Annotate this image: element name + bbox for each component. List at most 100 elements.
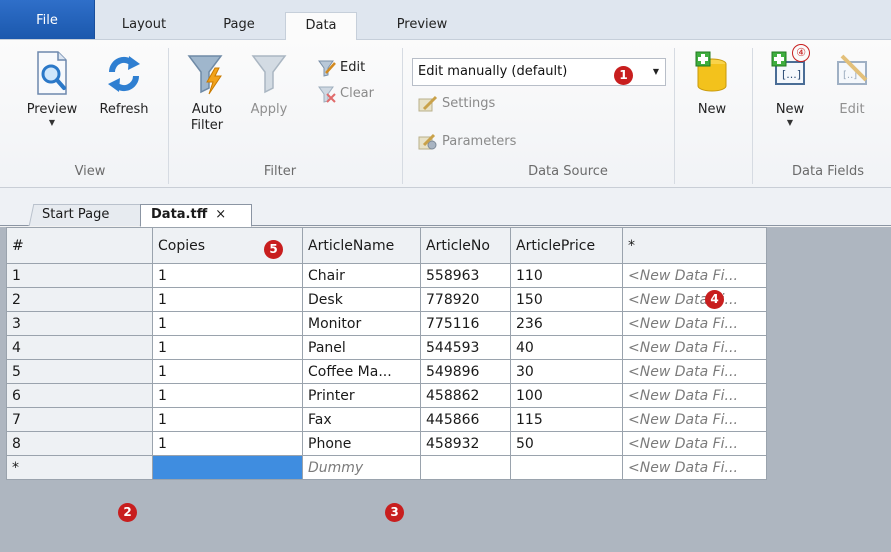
new-data-source-button[interactable]: New [684, 50, 740, 118]
cell-new-field[interactable]: <New Data Fi... [622, 383, 767, 408]
row-header[interactable]: 5 [6, 359, 153, 384]
edit-filter-button[interactable]: Edit [318, 58, 365, 78]
cell-articleno[interactable]: 549896 [420, 359, 511, 384]
cell-new-field[interactable]: <New Data Fi... [622, 287, 767, 312]
column-header-number[interactable]: # [6, 227, 153, 264]
new-row-copies-cell[interactable] [152, 455, 303, 480]
cell-articlename[interactable]: Panel [302, 335, 421, 360]
cell-articlename[interactable]: Desk [302, 287, 421, 312]
row-header[interactable]: 8 [6, 431, 153, 456]
tab-start-page[interactable]: Start Page [28, 204, 146, 226]
cell-copies[interactable]: 1 [152, 335, 303, 360]
tab-data-tff[interactable]: Data.tff × [140, 204, 252, 227]
cell-articleno[interactable]: 778920 [420, 287, 511, 312]
table-row[interactable]: 5 1 Coffee Ma... 549896 30 <New Data Fi.… [6, 359, 767, 384]
new-row-header[interactable]: * [6, 455, 153, 480]
tab-layout[interactable]: Layout [108, 12, 180, 40]
cell-articleno[interactable]: 458932 [420, 431, 511, 456]
cell-articlename[interactable]: Fax [302, 407, 421, 432]
cell-articleprice[interactable]: 100 [510, 383, 623, 408]
cell-copies[interactable]: 1 [152, 359, 303, 384]
new-row-new-field-cell[interactable]: <New Data Fi... [622, 455, 767, 480]
row-header[interactable]: 6 [6, 383, 153, 408]
settings-button[interactable]: Settings [418, 94, 495, 114]
cell-copies[interactable]: 1 [152, 287, 303, 312]
cell-articleno[interactable]: 775116 [420, 311, 511, 336]
table-row[interactable]: 4 1 Panel 544593 40 <New Data Fi... [6, 335, 767, 360]
new-row-articleno-cell[interactable] [420, 455, 511, 480]
chevron-down-icon: ▼ [48, 118, 56, 127]
refresh-label: Refresh [99, 102, 149, 117]
group-separator [402, 48, 403, 184]
cell-copies[interactable]: 1 [152, 431, 303, 456]
cell-articleno[interactable]: 458862 [420, 383, 511, 408]
cell-articlename[interactable]: Printer [302, 383, 421, 408]
cell-articleno[interactable]: 445866 [420, 407, 511, 432]
table-row[interactable]: 3 1 Monitor 775116 236 <New Data Fi... [6, 311, 767, 336]
cell-articleprice[interactable]: 150 [510, 287, 623, 312]
ribbon-tab-strip: File Layout Page Data Preview [0, 0, 891, 41]
close-icon[interactable]: × [215, 207, 226, 222]
cell-new-field[interactable]: <New Data Fi... [622, 335, 767, 360]
new-row-articlename-cell[interactable]: Dummy [302, 455, 421, 480]
cell-articlename[interactable]: Coffee Ma... [302, 359, 421, 384]
filter-lightning-icon [187, 55, 223, 95]
table-row[interactable]: 2 1 Desk 778920 150 <New Data Fi... [6, 287, 767, 312]
cell-articleprice[interactable]: 110 [510, 263, 623, 288]
column-header-articlename[interactable]: ArticleName [302, 227, 421, 264]
parameters-gear-icon [418, 133, 437, 149]
row-header[interactable]: 4 [6, 335, 153, 360]
cell-copies[interactable]: 1 [152, 311, 303, 336]
tab-data[interactable]: Data [285, 12, 357, 41]
new-row[interactable]: * Dummy <New Data Fi... [6, 455, 767, 480]
cell-new-field[interactable]: <New Data Fi... [622, 311, 767, 336]
group-separator [674, 48, 675, 184]
column-header-articleno[interactable]: ArticleNo [420, 227, 511, 264]
cell-articleprice[interactable]: 236 [510, 311, 623, 336]
data-grid[interactable]: # Copies ArticleName ArticleNo ArticlePr… [6, 227, 767, 480]
preview-button[interactable]: Preview ▼ [22, 50, 82, 128]
cell-articleprice[interactable]: 115 [510, 407, 623, 432]
cell-copies[interactable]: 1 [152, 263, 303, 288]
auto-filter-button[interactable]: Auto Filter [182, 50, 232, 134]
cell-articleno[interactable]: 558963 [420, 263, 511, 288]
table-row[interactable]: 7 1 Fax 445866 115 <New Data Fi... [6, 407, 767, 432]
header-row: # Copies ArticleName ArticleNo ArticlePr… [6, 227, 767, 264]
preview-icon [37, 51, 67, 95]
column-header-new-field[interactable]: * [622, 227, 767, 264]
column-header-articleprice[interactable]: ArticlePrice [510, 227, 623, 264]
cell-articlename[interactable]: Monitor [302, 311, 421, 336]
parameters-button[interactable]: Parameters [418, 132, 516, 152]
row-header[interactable]: 2 [6, 287, 153, 312]
row-header[interactable]: 3 [6, 311, 153, 336]
cell-articleprice[interactable]: 50 [510, 431, 623, 456]
apply-filter-button[interactable]: Apply [244, 50, 294, 118]
row-header[interactable]: 1 [6, 263, 153, 288]
tab-preview[interactable]: Preview [380, 12, 464, 40]
settings-pencil-icon [418, 95, 438, 111]
cell-new-field[interactable]: <New Data Fi... [622, 431, 767, 456]
refresh-button[interactable]: Refresh [92, 50, 156, 118]
cell-articleprice[interactable]: 40 [510, 335, 623, 360]
cell-articlename[interactable]: Chair [302, 263, 421, 288]
clear-filter-button[interactable]: Clear [318, 84, 374, 104]
new-data-field-button[interactable]: [...] New ▼ [764, 50, 816, 128]
cell-articlename[interactable]: Phone [302, 431, 421, 456]
cell-copies[interactable]: 1 [152, 407, 303, 432]
cell-articleprice[interactable]: 30 [510, 359, 623, 384]
tab-page[interactable]: Page [206, 12, 272, 40]
row-header[interactable]: 7 [6, 407, 153, 432]
tab-file[interactable]: File [0, 0, 95, 39]
cell-new-field[interactable]: <New Data Fi... [622, 359, 767, 384]
cell-new-field[interactable]: <New Data Fi... [622, 263, 767, 288]
cell-copies[interactable]: 1 [152, 383, 303, 408]
table-row[interactable]: 1 1 Chair 558963 110 <New Data Fi... [6, 263, 767, 288]
table-row[interactable]: 8 1 Phone 458932 50 <New Data Fi... [6, 431, 767, 456]
cell-new-field[interactable]: <New Data Fi... [622, 407, 767, 432]
table-row[interactable]: 6 1 Printer 458862 100 <New Data Fi... [6, 383, 767, 408]
chevron-down-icon: ▼ [652, 67, 659, 76]
cell-articleno[interactable]: 544593 [420, 335, 511, 360]
edit-data-field-button[interactable]: [..] Edit [826, 50, 878, 118]
new-data-field-label: New [775, 102, 805, 117]
new-row-articleprice-cell[interactable] [510, 455, 623, 480]
